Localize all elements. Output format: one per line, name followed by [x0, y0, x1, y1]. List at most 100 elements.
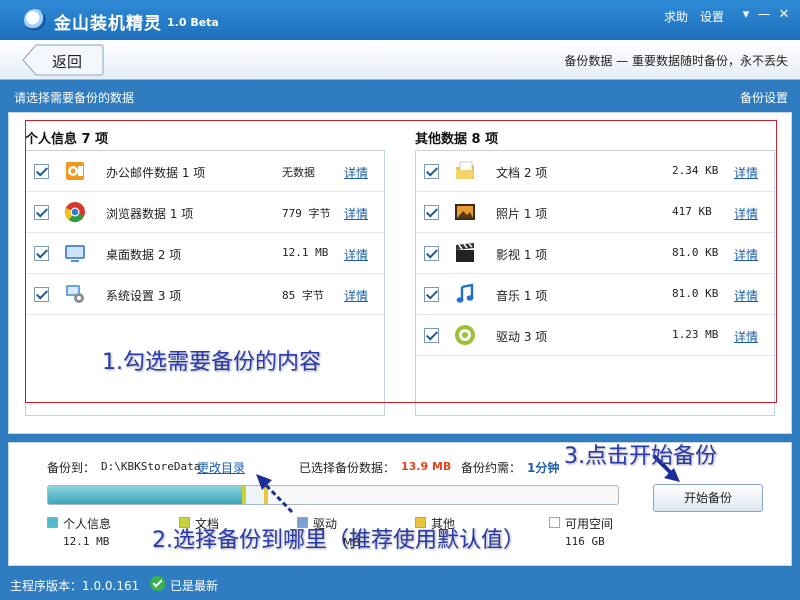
driver-icon: [455, 325, 475, 345]
selected-data-value: 13.9 MB: [401, 460, 452, 473]
music-icon: [456, 283, 474, 303]
item-checkbox[interactable]: [34, 287, 49, 302]
settings-link[interactable]: 设置: [700, 8, 724, 25]
item-checkbox[interactable]: [424, 246, 439, 261]
item-size: 12.1 MB: [282, 246, 329, 259]
selected-data-label: 已选择备份数据：: [299, 461, 396, 475]
desktop-icon: [65, 245, 85, 262]
item-size: 2.34 KB: [672, 164, 719, 177]
check-icon: [150, 576, 165, 591]
film-icon: [456, 243, 474, 262]
list-item: 浏览器数据 1 项 779 字节 详情: [26, 192, 384, 233]
step1-annotation: 1.勾选需要备份的内容: [102, 350, 321, 375]
start-backup-button[interactable]: 开始备份: [653, 484, 763, 512]
back-label: 返回: [52, 53, 83, 71]
document-icon: [456, 161, 474, 179]
item-name: 驱动 3 项: [496, 330, 548, 344]
other-data-title: 其他数据 8 项: [415, 132, 499, 147]
legend-swatch: [549, 517, 560, 528]
item-name: 浏览器数据 1 项: [106, 207, 194, 221]
legend-value: 116 GB: [565, 535, 605, 548]
list-item: 音乐 1 项 81.0 KB 详情: [416, 274, 774, 315]
page-subtitle: 备份数据 — 重要数据随时备份，永不丢失: [564, 54, 788, 68]
details-link[interactable]: 详情: [344, 287, 368, 304]
backup-settings-link[interactable]: 备份设置: [740, 89, 788, 106]
item-checkbox[interactable]: [424, 205, 439, 220]
details-link[interactable]: 详情: [734, 287, 758, 304]
chrome-icon: [65, 202, 85, 222]
help-link[interactable]: 求助: [664, 8, 688, 25]
item-checkbox[interactable]: [424, 287, 439, 302]
item-checkbox[interactable]: [424, 328, 439, 343]
legend-swatch: [47, 517, 58, 528]
item-name: 办公邮件数据 1 项: [106, 166, 206, 180]
update-status: 已是最新: [170, 579, 219, 593]
list-item: 驱动 3 项 1.23 MB 详情: [416, 315, 774, 356]
app-version: 1.0 Beta: [167, 16, 219, 29]
details-link[interactable]: 详情: [734, 164, 758, 181]
list-item: 照片 1 项 417 KB 详情: [416, 192, 774, 233]
details-link[interactable]: 详情: [734, 205, 758, 222]
data-selection-panel: 个人信息 7 项 其他数据 8 项 办公邮件数据 1 项 无数据 详情 浏览器数…: [8, 112, 792, 434]
item-size: 81.0 KB: [672, 246, 719, 259]
item-name: 桌面数据 2 项: [106, 248, 182, 262]
details-link[interactable]: 详情: [734, 246, 758, 263]
status-bar: 主程序版本：1.0.0.161 已是最新: [0, 570, 800, 600]
list-item: 影视 1 项 81.0 KB 详情: [416, 233, 774, 274]
nav-bar: 返回 备份数据 — 重要数据随时备份，永不丢失: [0, 40, 800, 80]
legend-label: 可用空间: [565, 517, 614, 531]
estimated-time-label: 备份约需：: [461, 461, 522, 475]
program-version: 主程序版本：1.0.0.161: [10, 579, 140, 593]
back-button[interactable]: 返回: [22, 44, 104, 76]
step2-annotation: 2.选择备份到哪里（推荐使用默认值）: [152, 528, 525, 553]
other-segment: [264, 486, 268, 504]
list-item: 办公邮件数据 1 项 无数据 详情: [26, 151, 384, 192]
app-logo-icon: [24, 9, 46, 31]
item-name: 文档 2 项: [496, 166, 548, 180]
item-checkbox[interactable]: [424, 164, 439, 179]
system-settings-icon: [66, 285, 84, 303]
item-size: 1.23 MB: [672, 328, 719, 341]
personal-info-list: 办公邮件数据 1 项 无数据 详情 浏览器数据 1 项 779 字节 详情 桌面…: [25, 150, 385, 416]
personal-info-segment: [48, 486, 242, 504]
change-directory-link[interactable]: 更改目录: [197, 459, 245, 476]
photo-icon: [455, 204, 475, 220]
item-checkbox[interactable]: [34, 164, 49, 179]
backup-to-label: 备份到：: [47, 461, 96, 475]
minimize-icon[interactable]: —: [756, 7, 772, 23]
estimated-time-value: 1分钟: [527, 461, 560, 475]
app-title: 金山装机精灵: [54, 14, 162, 34]
step3-annotation: 3.点击开始备份: [564, 444, 717, 469]
backup-path: D:\KBKStoreData: [101, 460, 201, 473]
other-data-list: 文档 2 项 2.34 KB 详情 照片 1 项 417 KB 详情 影视 1 …: [415, 150, 775, 416]
list-item: 文档 2 项 2.34 KB 详情: [416, 151, 774, 192]
item-size: 85 字节: [282, 289, 324, 302]
title-bar: 金山装机精灵 1.0 Beta 求助 设置 ▾ — ✕: [0, 0, 800, 40]
close-icon[interactable]: ✕: [776, 7, 792, 23]
item-size: 81.0 KB: [672, 287, 719, 300]
section-strip: 请选择需要备份的数据 备份设置: [0, 80, 800, 110]
item-name: 影视 1 项: [496, 248, 548, 262]
menu-dropdown-icon[interactable]: ▾: [738, 7, 754, 23]
item-name: 音乐 1 项: [496, 289, 548, 303]
details-link[interactable]: 详情: [344, 164, 368, 181]
item-checkbox[interactable]: [34, 246, 49, 261]
disk-usage-bar: [47, 485, 619, 505]
list-item: 系统设置 3 项 85 字节 详情: [26, 274, 384, 315]
outlook-icon: [66, 162, 84, 180]
item-name: 系统设置 3 项: [106, 289, 182, 303]
item-size: 779 字节: [282, 207, 331, 220]
legend-value: 12.1 MB: [63, 535, 110, 548]
select-data-prompt: 请选择需要备份的数据: [14, 91, 135, 105]
legend-label: 个人信息: [63, 517, 112, 531]
drivers-segment: [246, 486, 264, 504]
details-link[interactable]: 详情: [344, 246, 368, 263]
item-checkbox[interactable]: [34, 205, 49, 220]
item-size: 无数据: [282, 166, 315, 179]
list-item: 桌面数据 2 项 12.1 MB 详情: [26, 233, 384, 274]
details-link[interactable]: 详情: [734, 328, 758, 345]
item-name: 照片 1 项: [496, 207, 548, 221]
item-size: 417 KB: [672, 205, 712, 218]
personal-info-title: 个人信息 7 项: [25, 132, 109, 147]
details-link[interactable]: 详情: [344, 205, 368, 222]
